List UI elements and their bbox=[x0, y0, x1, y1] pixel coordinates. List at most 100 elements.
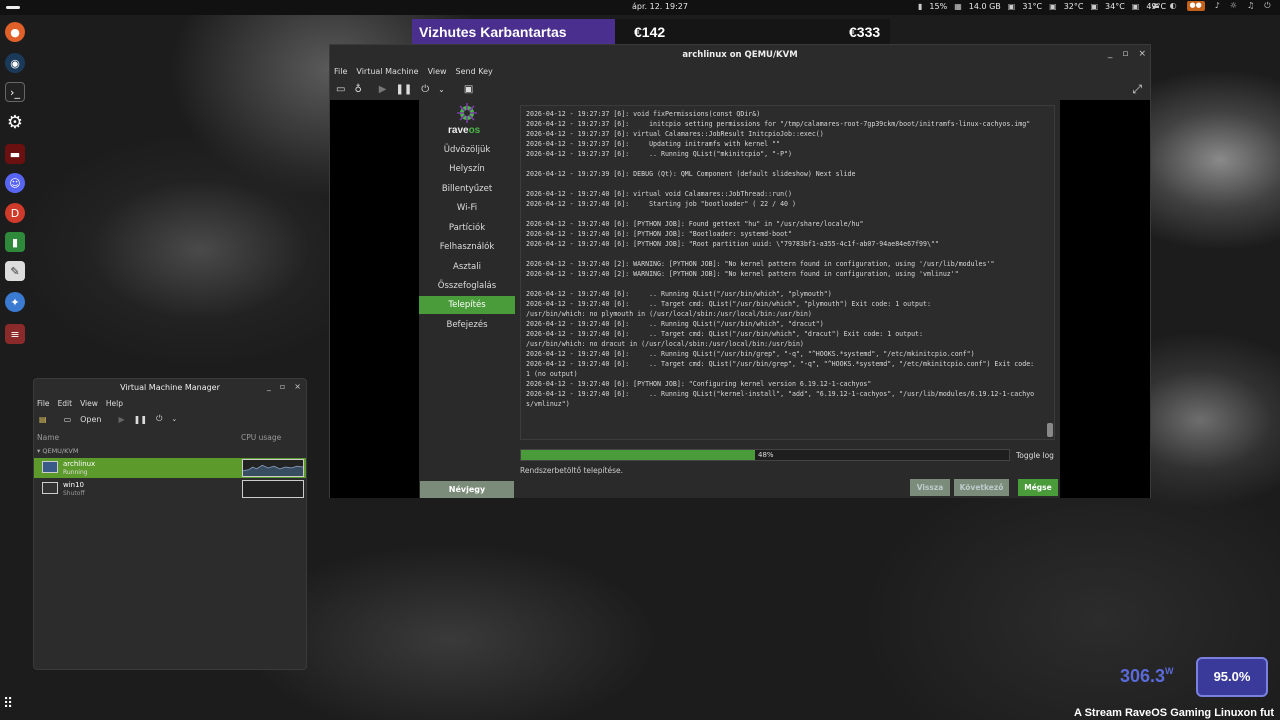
notes-icon[interactable]: ✎ bbox=[5, 261, 25, 281]
connection-group[interactable]: ▾ QEMU/KVM bbox=[37, 447, 78, 455]
run-icon[interactable]: ▶ bbox=[119, 415, 125, 424]
terminal-icon[interactable]: ›_ bbox=[5, 82, 25, 102]
battery-icon: ▮ bbox=[918, 2, 923, 11]
pause-icon[interactable]: ❚❚ bbox=[395, 84, 412, 95]
overlay-price-1: €142 bbox=[634, 24, 666, 40]
menu-help[interactable]: Help bbox=[106, 399, 123, 408]
network-app-icon[interactable]: ✦ bbox=[5, 292, 25, 312]
chevron-down-icon[interactable]: ⌄ bbox=[171, 415, 177, 423]
menu-edit[interactable]: Edit bbox=[58, 399, 73, 408]
stream-ticker: A Stream RaveOS Gaming Linuxon fut bbox=[1074, 707, 1275, 719]
menu-file[interactable]: File bbox=[334, 67, 347, 76]
app-icon-red[interactable]: ▬ bbox=[5, 144, 25, 164]
dc-icon[interactable]: D bbox=[5, 203, 25, 223]
vmm-title: Virtual Machine Manager bbox=[120, 383, 220, 392]
stream-overlay: Vizhutes Karbantartas €142 €333 bbox=[412, 19, 890, 45]
vm-row-win10[interactable]: win10 Shutoff bbox=[34, 479, 306, 499]
step-keyboard: Billentyűzet bbox=[441, 184, 493, 194]
maximize-icon[interactable]: ▫ bbox=[280, 382, 285, 391]
memory-value: 14.0 GB bbox=[968, 2, 1001, 11]
vm-row-archlinux[interactable]: archlinux Running bbox=[34, 458, 306, 478]
menu-view[interactable]: View bbox=[428, 67, 447, 76]
app-grid-icon[interactable]: ⠿ bbox=[3, 696, 25, 718]
cpu-graph bbox=[242, 459, 304, 477]
vm-name: win10 bbox=[63, 481, 85, 489]
volume-icon[interactable]: ♫ bbox=[1247, 1, 1254, 11]
power-draw: 306.3W bbox=[1120, 666, 1174, 686]
recording-badge-icon[interactable]: ●● bbox=[1186, 1, 1205, 11]
vm-state: Running bbox=[63, 469, 88, 476]
firefox-icon[interactable]: ● bbox=[5, 22, 25, 42]
details-bulb-icon[interactable]: ♁ bbox=[354, 84, 361, 95]
column-cpu-usage[interactable]: CPU usage bbox=[241, 433, 281, 442]
network-icon[interactable]: ◐ bbox=[1170, 1, 1177, 11]
minimize-icon[interactable]: _ bbox=[267, 382, 271, 391]
snapshots-icon[interactable]: ▣ bbox=[464, 84, 473, 95]
chevron-down-icon[interactable]: ⌄ bbox=[438, 85, 445, 94]
about-button[interactable]: Névjegy bbox=[420, 481, 514, 498]
dock: ● ◉ ›_ ⚙ ▬ ☺ D ▮ ✎ ✦ ≡ bbox=[0, 18, 30, 348]
new-vm-icon[interactable]: ▤ bbox=[39, 415, 47, 424]
step-wifi: Wi-Fi bbox=[456, 203, 478, 213]
qemu-toolbar: ▭ ♁ ▶ ❚❚ ⏻ ⌄ ▣ bbox=[336, 82, 473, 96]
qemu-window: archlinux on QEMU/KVM _ ▫ × File Virtual… bbox=[329, 44, 1151, 498]
gpu-temp-icon: ▣ bbox=[1049, 2, 1057, 11]
open-monitor-icon[interactable]: ▭ bbox=[64, 415, 72, 424]
menu-virtual-machine[interactable]: Virtual Machine bbox=[356, 67, 418, 76]
steam-icon[interactable]: ◉ bbox=[5, 53, 25, 73]
cancel-button[interactable]: Mégse bbox=[1018, 479, 1058, 496]
discord-icon[interactable]: ☺ bbox=[5, 173, 25, 193]
settings-gear-icon[interactable]: ⚙ bbox=[5, 112, 25, 133]
brightness-icon[interactable]: ☼ bbox=[1230, 1, 1237, 11]
disk-temp-icon: ▣ bbox=[1090, 2, 1099, 11]
step-desktop: Asztali bbox=[453, 262, 481, 272]
minimize-icon[interactable]: _ bbox=[1108, 49, 1113, 59]
fullscreen-icon[interactable]: ⤢ bbox=[1132, 82, 1142, 97]
installer-sidebar: raveos Üdvözöljük Helyszín Billentyűzet … bbox=[419, 100, 515, 498]
brand-name: raveos bbox=[448, 125, 481, 136]
virt-manager-window: Virtual Machine Manager _ ▫ × File Edit … bbox=[33, 378, 307, 670]
console-icon[interactable]: ▭ bbox=[336, 84, 345, 95]
power-icon[interactable]: ⏻ bbox=[421, 84, 429, 95]
step-finish: Befejezés bbox=[446, 320, 488, 330]
editor-icon[interactable]: ▮ bbox=[5, 232, 25, 252]
status-icons: ⏏ ◐ ●● ♪ ☼ ♫ ⏻ bbox=[1152, 1, 1271, 11]
mic-icon[interactable]: ♪ bbox=[1215, 1, 1220, 11]
raveos-logo-icon bbox=[457, 103, 477, 123]
qemu-window-title: archlinux on QEMU/KVM bbox=[682, 50, 798, 60]
cpu-usage-badge: 95.0% bbox=[1196, 657, 1268, 697]
close-icon[interactable]: × bbox=[1138, 49, 1146, 59]
maximize-icon[interactable]: ▫ bbox=[1122, 49, 1128, 59]
step-welcome: Üdvözöljük bbox=[443, 145, 491, 155]
menu-view[interactable]: View bbox=[80, 399, 98, 408]
install-status: Rendszerbetöltő telepítése. bbox=[520, 466, 624, 475]
eject-icon[interactable]: ⏏ bbox=[1152, 1, 1160, 11]
close-icon[interactable]: × bbox=[294, 382, 301, 391]
monitor-icon bbox=[42, 461, 58, 473]
clock[interactable]: ápr. 12. 19:27 bbox=[632, 2, 688, 11]
next-button[interactable]: Következő bbox=[954, 479, 1009, 496]
step-summary: Összefoglalás bbox=[437, 281, 497, 291]
activities-button[interactable] bbox=[6, 6, 20, 9]
virt-manager-icon[interactable]: ≡ bbox=[5, 324, 25, 344]
menu-file[interactable]: File bbox=[37, 399, 50, 408]
step-users: Felhasználók bbox=[439, 242, 495, 252]
open-button[interactable]: Open bbox=[80, 415, 101, 424]
guest-display[interactable]: raveos Üdvözöljük Helyszín Billentyűzet … bbox=[330, 100, 1150, 498]
run-icon[interactable]: ▶ bbox=[379, 84, 387, 95]
back-button[interactable]: Vissza bbox=[910, 479, 950, 496]
step-install: Telepítés bbox=[419, 296, 515, 314]
pause-icon[interactable]: ❚❚ bbox=[134, 415, 147, 424]
column-name[interactable]: Name bbox=[37, 433, 59, 442]
power-menu-icon[interactable]: ⏻ bbox=[1264, 1, 1270, 11]
power-icon[interactable]: ⏻ bbox=[156, 414, 162, 424]
battery-value: 15% bbox=[929, 2, 948, 11]
qemu-menubar: File Virtual Machine View Send Key bbox=[334, 67, 493, 76]
overlay-title-box: Vizhutes Karbantartas bbox=[412, 19, 615, 45]
fan-icon: ▣ bbox=[1131, 2, 1140, 11]
install-log[interactable]: 2026-04-12 - 19:27:37 [6]: void fixPermi… bbox=[520, 105, 1055, 440]
toggle-log-button[interactable]: Toggle log bbox=[1016, 451, 1054, 460]
overlay-price-2: €333 bbox=[849, 24, 881, 40]
menu-send-key[interactable]: Send Key bbox=[456, 67, 493, 76]
log-scrollbar[interactable] bbox=[1047, 108, 1053, 437]
